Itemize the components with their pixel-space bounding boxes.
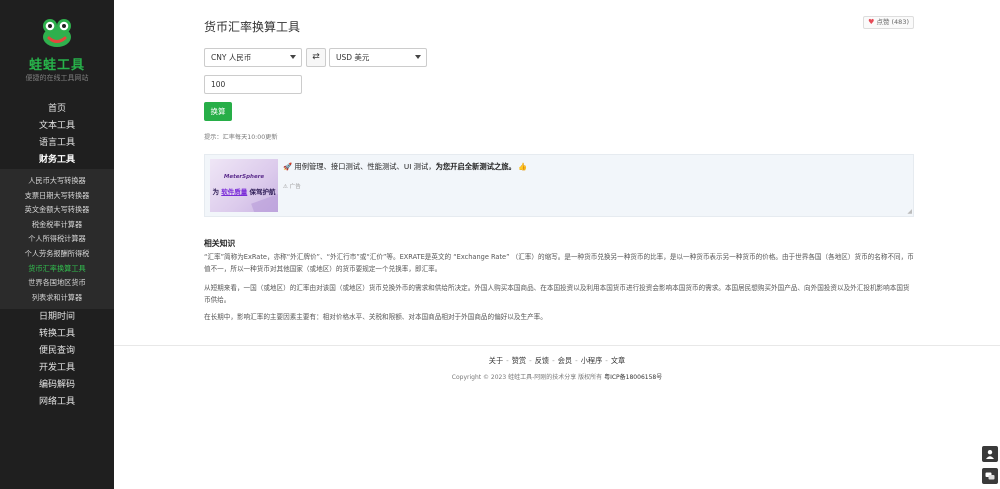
user-icon <box>986 450 994 459</box>
submenu-item-english-amount[interactable]: 英文金额大写转换器 <box>0 203 114 218</box>
sidebar-item-lookup[interactable]: 便民查询 <box>0 343 114 360</box>
to-currency-value: USD 美元 <box>336 53 370 62</box>
footer-divider <box>114 345 1000 346</box>
like-count: (483) <box>891 18 909 26</box>
knowledge-paragraph: “汇率”简称为ExRate，亦称“外汇牌价”、“外汇行市”或“汇价”等。EXRA… <box>204 253 914 273</box>
sidebar-item-language-tools[interactable]: 语言工具 <box>0 135 114 152</box>
footer-separator: - <box>575 356 578 365</box>
ad-text-main: 🚀 用例管理、接口测试、性能测试、UI 测试， <box>283 162 436 171</box>
ad-text[interactable]: 🚀 用例管理、接口测试、性能测试、UI 测试，为您开启全新测试之旅。 👍 <box>283 162 527 172</box>
ad-label: ⚠ 广告 <box>283 182 301 190</box>
sidebar-item-dev-tools[interactable]: 开发工具 <box>0 360 114 377</box>
amount-input[interactable]: 100 <box>204 75 302 94</box>
sidebar: 蛙蛙工具 便捷的在线工具网站 首页 文本工具 语言工具 财务工具 人民币大写转换… <box>0 0 114 489</box>
sidebar-item-finance-tools[interactable]: 财务工具 <box>0 152 114 169</box>
footer-link-about[interactable]: 关于 <box>489 356 503 365</box>
frog-logo-icon[interactable] <box>41 18 73 48</box>
chevron-down-icon <box>290 55 296 59</box>
brand-name[interactable]: 蛙蛙工具 <box>0 54 114 73</box>
footer-link-articles[interactable]: 文章 <box>611 356 625 365</box>
sidebar-item-encode-decode[interactable]: 编码解码 <box>0 377 114 394</box>
ad-image-slogan: 为 软件质量 保驾护航 <box>210 186 278 196</box>
ad-image-brand: MeterSphere <box>223 174 265 180</box>
brand-tagline: 便捷的在线工具网站 <box>25 74 89 82</box>
page-title: 货币汇率换算工具 <box>204 20 301 34</box>
knowledge-paragraph: 从短期来看，一国（或地区）的汇率由对该国（或地区）货币兑换外币的需求和供给所决定… <box>204 284 910 304</box>
heart-icon: ♥ <box>868 18 875 26</box>
footer-link-feedback[interactable]: 反馈 <box>535 356 549 365</box>
chat-float-button[interactable] <box>982 468 998 484</box>
submenu-item-labor-tax[interactable]: 个人劳务报酬所得税 <box>0 247 114 262</box>
footer-link-membership[interactable]: 会员 <box>558 356 572 365</box>
like-button[interactable]: ♥ 点赞 (483) <box>863 16 914 29</box>
user-float-button[interactable] <box>982 446 998 462</box>
sidebar-item-network-tools[interactable]: 网络工具 <box>0 394 114 411</box>
submenu-item-world-currencies[interactable]: 世界各国地区货币 <box>0 276 114 291</box>
submenu-item-check-date[interactable]: 支票日期大写转换器 <box>0 189 114 204</box>
copyright: Copyright © 2023 蛙蛙工具-阿刚的技术分享 版权所有 粤ICP备… <box>114 372 1000 381</box>
knowledge-title: 相关知识 <box>204 239 236 248</box>
swap-button[interactable]: ⇄ <box>306 48 326 67</box>
footer-link-donate[interactable]: 赞赏 <box>512 356 526 365</box>
sidebar-item-text-tools[interactable]: 文本工具 <box>0 118 114 135</box>
warning-icon: ⚠ <box>283 184 288 190</box>
footer-link-miniprogram[interactable]: 小程序 <box>581 356 603 365</box>
submenu-item-tax-rate[interactable]: 税金税率计算器 <box>0 218 114 233</box>
ad-slogan-highlight: 软件质量 <box>221 188 248 196</box>
chat-icon <box>985 472 995 480</box>
icp-link[interactable]: 粤ICP备18006158号 <box>604 374 662 381</box>
sidebar-item-home[interactable]: 首页 <box>0 101 114 118</box>
sidebar-nav: 首页 文本工具 语言工具 财务工具 人民币大写转换器 支票日期大写转换器 英文金… <box>0 101 114 411</box>
footer-links: 关于 - 赞赏 - 反馈 - 会员 - 小程序 - 文章 <box>114 356 1000 366</box>
finance-submenu: 人民币大写转换器 支票日期大写转换器 英文金额大写转换器 税金税率计算器 个人所… <box>0 169 114 310</box>
convert-button[interactable]: 换算 <box>204 102 232 121</box>
sidebar-item-convert-tools[interactable]: 转换工具 <box>0 326 114 343</box>
sidebar-item-datetime[interactable]: 日期时间 <box>0 309 114 326</box>
footer-separator: - <box>506 356 509 365</box>
footer-separator: - <box>605 356 608 365</box>
from-currency-select[interactable]: CNY 人民币 <box>204 48 302 67</box>
like-label: 点赞 <box>876 18 890 26</box>
ad-decoration <box>251 193 278 212</box>
submenu-item-currency-exchange[interactable]: 货币汇率换算工具 <box>0 262 114 277</box>
knowledge-paragraph: 在长期中，影响汇率的主要因素主要有：相对价格水平、关税和限额、对本国商品相对于外… <box>204 313 547 321</box>
thumbs-up-icon: 👍 <box>518 162 528 171</box>
footer-separator: - <box>552 356 555 365</box>
update-hint: 提示：汇率每天10:00更新 <box>204 134 278 141</box>
resize-handle-icon[interactable]: ◢ <box>907 208 912 215</box>
footer-separator: - <box>529 356 532 365</box>
ad-image[interactable]: MeterSphere 为 软件质量 保驾护航 <box>210 159 278 212</box>
chevron-down-icon <box>415 55 421 59</box>
submenu-item-rmb-uppercase[interactable]: 人民币大写转换器 <box>0 174 114 189</box>
submenu-item-list-sum[interactable]: 列表求和计算器 <box>0 291 114 306</box>
to-currency-select[interactable]: USD 美元 <box>329 48 427 67</box>
from-currency-value: CNY 人民币 <box>211 53 252 62</box>
ad-text-bold: 为您开启全新测试之旅。 <box>435 162 516 171</box>
submenu-item-income-tax[interactable]: 个人所得税计算器 <box>0 232 114 247</box>
main-content: 货币汇率换算工具 ♥ 点赞 (483) CNY 人民币 ⇄ USD 美元 100 … <box>204 0 914 489</box>
ad-slogan-suffix: 保驾护航 <box>249 188 276 196</box>
swap-icon: ⇄ <box>312 52 320 62</box>
copyright-text: Copyright © 2023 蛙蛙工具-阿刚的技术分享 版权所有 <box>451 374 603 381</box>
ad-label-text: 广告 <box>289 184 301 190</box>
ad-slogan-prefix: 为 <box>212 188 219 196</box>
ad-banner[interactable]: MeterSphere 为 软件质量 保驾护航 🚀 用例管理、接口测试、性能测试… <box>204 154 914 217</box>
